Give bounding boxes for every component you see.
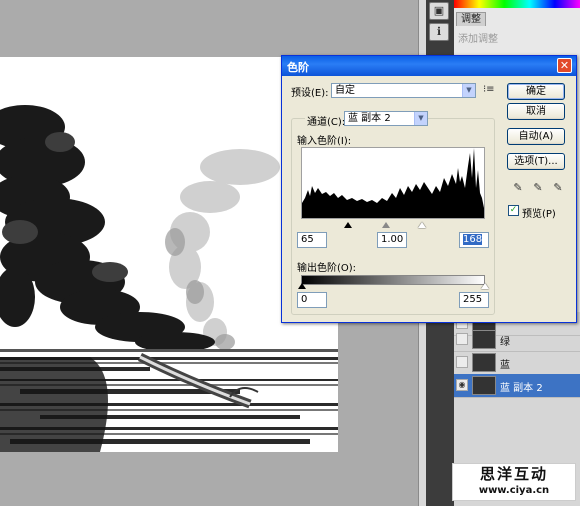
input-levels-slider[interactable] xyxy=(301,220,485,229)
layer-name: 绿 xyxy=(500,337,510,348)
channel-label: 通道(C): xyxy=(305,113,348,128)
tab-adjustments[interactable]: 调整 xyxy=(456,12,486,26)
options-button[interactable]: 选项(T)... xyxy=(507,153,565,170)
input-white-value: 168 xyxy=(463,234,483,245)
input-white-field[interactable]: 168 xyxy=(459,232,489,248)
input-levels-label: 输入色阶(I): xyxy=(297,136,352,147)
black-eyedropper-icon[interactable]: ✎ xyxy=(512,181,524,195)
cancel-button[interactable]: 取消 xyxy=(507,103,565,120)
input-white-handle[interactable] xyxy=(418,222,426,228)
preview-checkbox[interactable]: ✓ xyxy=(508,205,519,216)
preset-label: 预设(E): xyxy=(291,88,329,99)
input-black-field[interactable]: 65 xyxy=(297,232,327,248)
levels-dialog: 色阶 ✕ 预设(E): 自定 ▼ ⁝≡ 通道(C): 蓝 副本 2 ▼ 输入色阶… xyxy=(281,55,577,323)
histogram xyxy=(301,147,485,219)
white-eyedropper-icon[interactable]: ✎ xyxy=(552,181,564,195)
info-panel-icon[interactable]: ℹ xyxy=(429,23,449,41)
watermark-title: 思洋互动 xyxy=(479,465,548,483)
color-spectrum[interactable] xyxy=(454,0,580,8)
watermark: 思洋互动 www.ciya.cn xyxy=(452,463,576,501)
gray-eyedropper-icon[interactable]: ✎ xyxy=(532,181,544,195)
auto-button[interactable]: 自动(A) xyxy=(507,128,565,145)
visibility-toggle[interactable] xyxy=(456,333,468,345)
preset-select[interactable]: 自定 ▼ xyxy=(331,83,476,98)
adjustments-hint: 添加调整 xyxy=(458,34,498,45)
output-black-handle[interactable] xyxy=(298,283,306,289)
close-icon[interactable]: ✕ xyxy=(557,58,572,73)
layer-row[interactable]: ◉ 蓝 副本 2 xyxy=(454,374,580,398)
layer-name: 蓝 xyxy=(500,360,510,371)
output-white-field[interactable]: 255 xyxy=(459,292,489,308)
layer-row[interactable]: 绿 xyxy=(454,328,580,352)
ok-button[interactable]: 确定 xyxy=(507,83,565,100)
dialog-title: 色阶 xyxy=(287,61,309,74)
layer-thumbnail xyxy=(472,330,496,349)
input-gamma-field[interactable]: 1.00 xyxy=(377,232,407,248)
output-gradient xyxy=(301,275,485,285)
output-white-handle[interactable] xyxy=(481,283,489,289)
input-black-handle[interactable] xyxy=(344,222,352,228)
layer-thumbnail xyxy=(472,353,496,372)
input-gamma-handle[interactable] xyxy=(382,222,390,228)
channel-select[interactable]: 蓝 副本 2 ▼ xyxy=(344,111,428,126)
histogram-panel-icon[interactable]: ▣ xyxy=(429,2,449,20)
dialog-titlebar[interactable]: 色阶 ✕ xyxy=(282,56,576,76)
visibility-toggle[interactable] xyxy=(456,356,468,368)
channel-value: 蓝 副本 2 xyxy=(348,113,391,124)
preset-value: 自定 xyxy=(335,85,355,96)
watermark-url: www.ciya.cn xyxy=(478,485,550,496)
preview-label: 预览(P) xyxy=(522,209,556,220)
histogram-graph xyxy=(302,148,484,218)
layer-name: 蓝 副本 2 xyxy=(500,383,543,394)
output-black-field[interactable]: 0 xyxy=(297,292,327,308)
eye-icon[interactable]: ◉ xyxy=(456,379,468,391)
output-levels-label: 输出色阶(O): xyxy=(297,263,357,274)
layer-thumbnail xyxy=(472,376,496,395)
chevron-down-icon: ▼ xyxy=(414,112,427,125)
chevron-down-icon: ▼ xyxy=(462,84,475,97)
preset-menu-icon[interactable]: ⁝≡ xyxy=(483,84,495,95)
layer-row[interactable]: 蓝 xyxy=(454,351,580,375)
